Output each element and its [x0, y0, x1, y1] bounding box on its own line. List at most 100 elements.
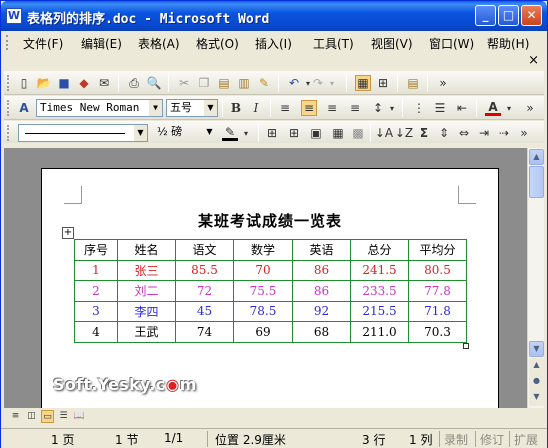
browse-object-icon[interactable]: ● [529, 374, 544, 390]
column-header[interactable]: 数学 [233, 239, 293, 261]
new-document-icon[interactable]: ▯ [16, 75, 32, 91]
next-page-icon[interactable]: ▼ [529, 390, 544, 406]
permission-icon[interactable]: ◆ [76, 75, 92, 91]
justify-icon[interactable]: ≡ [347, 100, 363, 116]
copy-icon[interactable]: ❐ [196, 75, 212, 91]
previous-page-icon[interactable]: ▲ [529, 358, 544, 374]
shading-icon[interactable]: ▩ [350, 125, 366, 141]
table-cell[interactable]: 86 [292, 259, 351, 281]
column-header[interactable]: 英语 [292, 239, 351, 261]
normal-view-icon[interactable]: ≡ [9, 410, 22, 423]
score-table[interactable]: 序号 姓名 语文 数学 英语 总分 平均分 1 张三 85.5 70 86 241.5 80… [74, 239, 467, 343]
align-right-icon[interactable]: ≡ [324, 100, 340, 116]
insert-table-icon[interactable]: ⊞ [375, 75, 391, 91]
menu-tools[interactable]: 工具(T) [313, 35, 354, 52]
table-cell[interactable]: 241.5 [350, 259, 409, 281]
toolbar-grip[interactable] [7, 125, 10, 141]
chevron-down-icon[interactable]: ▼ [203, 124, 216, 140]
table-cell[interactable]: 2 [74, 280, 118, 302]
table-cell[interactable]: 70 [233, 259, 293, 281]
cut-icon[interactable]: ✂ [176, 75, 192, 91]
table-cell[interactable]: 刘二 [117, 280, 176, 302]
print-icon[interactable]: ⎙ [126, 75, 142, 91]
styles-icon[interactable]: A [16, 100, 32, 116]
paste-options-icon[interactable]: ▥ [236, 75, 252, 91]
table-cell[interactable]: 71.8 [408, 300, 467, 322]
table-cell[interactable]: 72 [175, 280, 234, 302]
table-cell[interactable]: 4 [74, 321, 118, 343]
numbering-icon[interactable]: ⋮ [411, 100, 427, 116]
table-cell[interactable]: 86 [292, 280, 351, 302]
paste-special-icon[interactable]: ▤ [405, 75, 421, 91]
autosum-button[interactable]: Σ [416, 125, 432, 141]
scroll-down-icon[interactable]: ▼ [529, 341, 544, 357]
column-header[interactable]: 语文 [175, 239, 234, 261]
table-cell[interactable]: 78.5 [233, 300, 293, 322]
table-cell[interactable]: 3 [74, 300, 118, 322]
scroll-thumb[interactable] [529, 166, 544, 198]
tables-borders-icon[interactable]: ▦ [355, 75, 371, 91]
menu-table[interactable]: 表格(A) [138, 35, 180, 52]
table-cell[interactable]: 215.5 [350, 300, 409, 322]
column-header[interactable]: 姓名 [117, 239, 176, 261]
table-resize-handle[interactable] [463, 343, 469, 349]
table-cell[interactable]: 68 [292, 321, 351, 343]
table-cell[interactable]: 张三 [117, 259, 176, 281]
paste-icon[interactable]: ▤ [216, 75, 232, 91]
distribute-rows-icon[interactable]: ⇕ [436, 125, 452, 141]
word-app-icon[interactable]: W [6, 8, 22, 24]
sort-descending-icon[interactable]: ↓Z [395, 125, 413, 141]
menu-file[interactable]: 文件(F) [23, 35, 63, 52]
table-cell[interactable]: 85.5 [175, 259, 234, 281]
line-spacing-dropdown-icon[interactable]: ▾ [384, 100, 400, 116]
border-color-dropdown-icon[interactable]: ▾ [238, 125, 254, 141]
italic-button[interactable]: I [248, 100, 264, 116]
menu-help[interactable]: 帮助(H) [487, 35, 529, 52]
web-view-icon[interactable]: ◫ [25, 410, 38, 423]
chevron-down-icon[interactable]: ▼ [134, 125, 147, 141]
menu-insert[interactable]: 插入(I) [255, 35, 292, 52]
vertical-scrollbar[interactable]: ▲ ▼ ▲ ● ▼ [527, 148, 544, 408]
save-icon[interactable]: ■ [56, 75, 72, 91]
title-bar[interactable]: W 表格列的排序.doc - Microsoft Word _ □ ✕ [1, 1, 547, 31]
table-cell[interactable]: 45 [175, 300, 234, 322]
borders-icon[interactable]: ⊞ [264, 125, 280, 141]
line-weight-combo[interactable]: ½ 磅 ▼ [154, 124, 216, 142]
align-left-icon[interactable]: ≡ [277, 100, 293, 116]
status-record[interactable]: 录制 [444, 431, 468, 448]
menu-edit[interactable]: 编辑(E) [81, 35, 122, 52]
outline-view-icon[interactable]: ☰ [57, 410, 70, 423]
scroll-up-icon[interactable]: ▲ [529, 149, 544, 165]
font-color-button[interactable]: A [485, 100, 501, 116]
column-header[interactable]: 序号 [74, 239, 118, 261]
menu-view[interactable]: 视图(V) [371, 35, 413, 52]
document-page[interactable]: 某班考试成绩一览表 + 序号 姓名 语文 数学 英语 总分 平均分 1 张三 85.… [41, 168, 499, 408]
table-cell[interactable]: 77.8 [408, 280, 467, 302]
toolbar-options-icon[interactable]: » [516, 125, 532, 141]
format-painter-icon[interactable]: ✎ [256, 75, 272, 91]
print-layout-icon[interactable]: ▭ [41, 410, 54, 423]
border-color-icon[interactable]: ✎ [222, 125, 238, 141]
split-cells-icon[interactable]: ▦ [330, 125, 346, 141]
table-cell[interactable]: 233.5 [350, 280, 409, 302]
table-cell[interactable]: 211.0 [350, 321, 409, 343]
status-extend[interactable]: 扩展 [514, 431, 538, 448]
bullets-icon[interactable]: ☰ [432, 100, 448, 116]
sort-ascending-icon[interactable]: ↓A [375, 125, 393, 141]
column-header[interactable]: 总分 [350, 239, 409, 261]
open-folder-icon[interactable]: 📂 [36, 75, 52, 91]
chevron-down-icon[interactable]: ▼ [149, 100, 162, 116]
autofit-icon[interactable]: ⇥ [476, 125, 492, 141]
table-cell[interactable]: 80.5 [408, 259, 467, 281]
chevron-down-icon[interactable]: ▼ [204, 100, 217, 116]
document-area[interactable]: 某班考试成绩一览表 + 序号 姓名 语文 数学 英语 总分 平均分 1 张三 85.… [4, 148, 527, 408]
decrease-indent-icon[interactable]: ⇤ [454, 100, 470, 116]
font-color-dropdown-icon[interactable]: ▾ [501, 100, 517, 116]
font-name-combo[interactable]: Times New Roman ▼ [36, 99, 163, 117]
column-header[interactable]: 平均分 [408, 239, 467, 261]
toolbar-grip[interactable] [7, 75, 10, 91]
align-center-icon[interactable]: ≡ [301, 100, 317, 116]
print-preview-icon[interactable]: 🔍 [146, 75, 162, 91]
status-track-changes[interactable]: 修订 [480, 431, 504, 448]
font-size-combo[interactable]: 五号 ▼ [166, 99, 218, 117]
